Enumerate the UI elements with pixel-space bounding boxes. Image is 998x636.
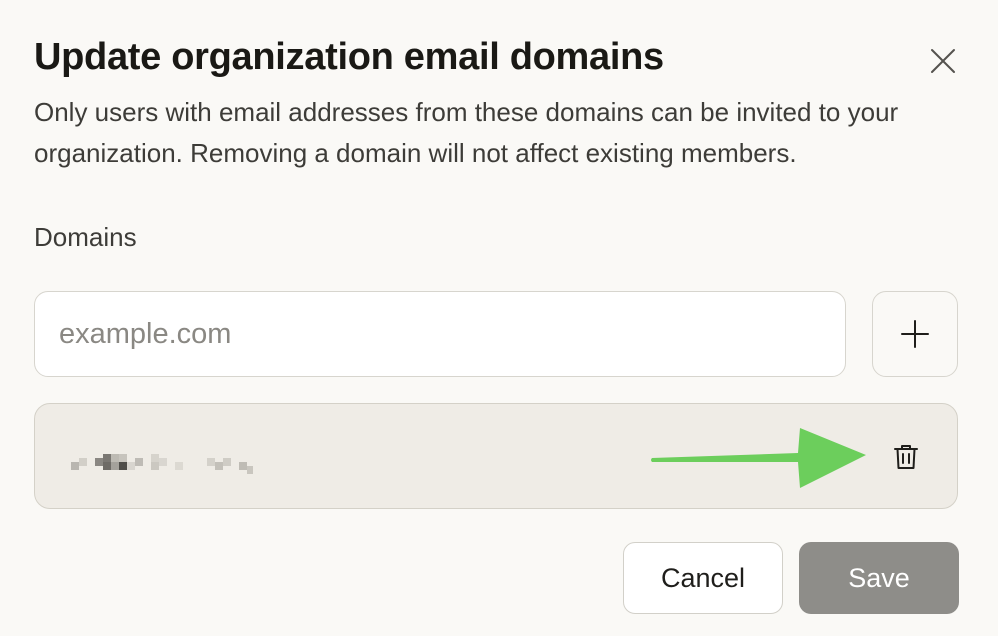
domain-list-item xyxy=(34,403,958,509)
plus-icon xyxy=(901,320,929,348)
dialog-description: Only users with email addresses from the… xyxy=(34,97,899,168)
redacted-domain-value xyxy=(71,444,261,476)
pixelated-redaction xyxy=(71,454,253,474)
save-button[interactable]: Save xyxy=(799,542,959,614)
trash-icon xyxy=(894,445,918,469)
domains-label: Domains xyxy=(34,222,137,252)
add-domain-button[interactable] xyxy=(872,291,958,377)
dialog-title: Update organization email domains xyxy=(34,36,664,78)
domain-input[interactable] xyxy=(34,291,846,377)
delete-domain-button[interactable] xyxy=(885,436,927,478)
cancel-button[interactable]: Cancel xyxy=(623,542,783,614)
update-domains-dialog: Update organization email domains Only u… xyxy=(0,0,998,636)
close-button[interactable] xyxy=(920,38,966,84)
close-icon xyxy=(931,49,955,73)
